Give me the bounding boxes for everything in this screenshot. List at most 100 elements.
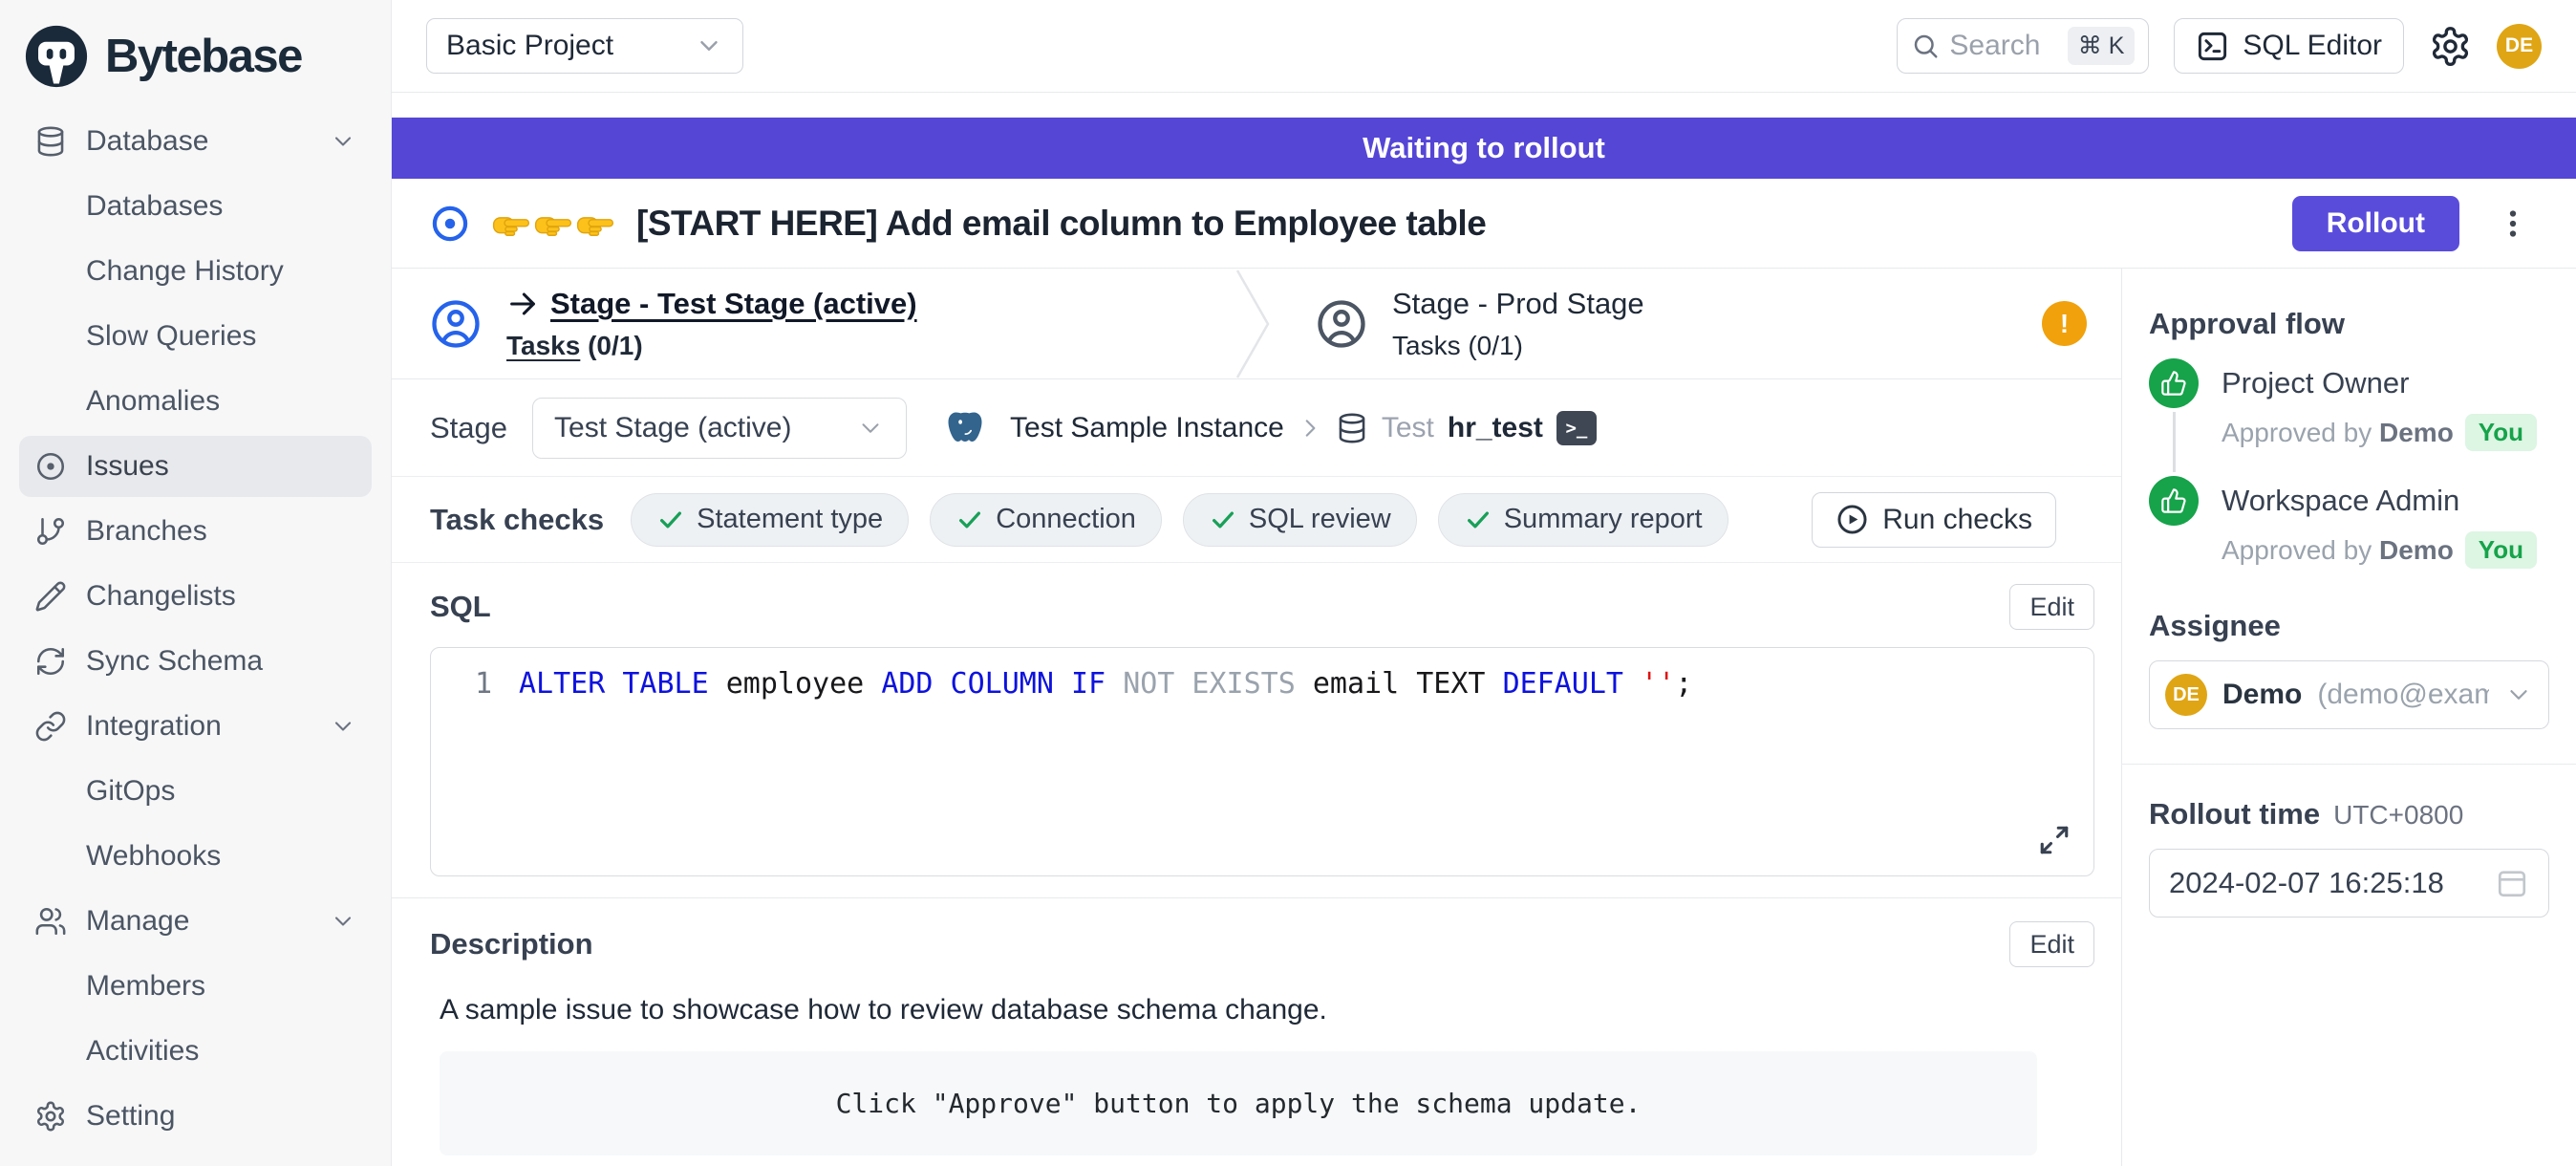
task-check-pill[interactable]: Summary report: [1438, 493, 1728, 547]
sidebar-item-manage[interactable]: Manage: [19, 891, 372, 952]
database-icon: [34, 125, 67, 158]
issue-status-icon: [430, 204, 470, 244]
run-checks-label: Run checks: [1882, 504, 2032, 536]
warning-icon: !: [2042, 301, 2087, 346]
search-box[interactable]: ⌘ K: [1897, 18, 2149, 74]
sql-editor-button[interactable]: SQL Editor: [2174, 18, 2404, 74]
settings-gear-icon[interactable]: [2429, 25, 2472, 68]
stage-tasks-link[interactable]: Tasks: [1392, 331, 1461, 360]
check-icon: [1464, 506, 1492, 534]
sidebar-item-sync-schema[interactable]: Sync Schema: [19, 631, 372, 692]
expand-editor-icon[interactable]: [2038, 824, 2071, 856]
issue-detail: Stage - Test Stage (active) Tasks (0/1): [392, 269, 2121, 1166]
chevron-down-icon: [695, 32, 723, 60]
edit-description-button[interactable]: Edit: [2009, 921, 2094, 967]
users-icon: [34, 905, 67, 938]
you-badge: You: [2465, 531, 2537, 569]
task-check-pill[interactable]: SQL review: [1183, 493, 1417, 547]
sidebar-item-label: Databases: [86, 190, 223, 223]
terminal-icon: [2196, 30, 2229, 63]
sql-section: SQL Edit 1 ALTER TABLE employee ADD COLU…: [392, 563, 2121, 876]
sidebar-item-label: Anomalies: [86, 385, 220, 418]
issue-title-row: [START HERE] Add email column to Employe…: [392, 179, 2576, 269]
approval-role: Project Owner: [2222, 366, 2537, 400]
task-check-pill[interactable]: Connection: [930, 493, 1162, 547]
sidebar-item-setting[interactable]: Setting: [19, 1086, 372, 1147]
topbar-actions: ⌘ K SQL Editor DE: [1897, 18, 2542, 74]
you-badge: You: [2465, 414, 2537, 451]
sidebar-item-gitops[interactable]: GitOps: [19, 761, 372, 822]
stage-separator: [1235, 269, 1277, 379]
project-selector[interactable]: Basic Project: [426, 18, 743, 74]
task-checks-row: Task checks Statement type Connection SQL …: [392, 477, 2121, 563]
sidebar-item-label: Slow Queries: [86, 320, 256, 353]
assignee-heading: Assignee: [2149, 609, 2549, 643]
sidebar-item-changelists[interactable]: Changelists: [19, 566, 372, 627]
approval-step: Workspace Admin Approved by Demo You: [2149, 476, 2549, 594]
banner-text: Waiting to rollout: [1363, 131, 1605, 165]
sidebar-item-integration[interactable]: Integration: [19, 696, 372, 757]
stage-card-prod[interactable]: Stage - Prod Stage Tasks (0/1) !: [1277, 269, 2121, 378]
thumbs-up-icon: [2149, 358, 2199, 408]
pointing-right-emoji-icon: [575, 204, 615, 244]
sidebar-item-branches[interactable]: Branches: [19, 501, 372, 562]
search-input[interactable]: [1949, 30, 2054, 62]
step-connector: [2173, 412, 2176, 472]
panel-divider: [2122, 764, 2576, 765]
stage-tasks-link[interactable]: Tasks: [506, 331, 580, 360]
more-actions-kebab-icon[interactable]: [2496, 206, 2530, 241]
approval-steps: Project Owner Approved by Demo You: [2149, 358, 2549, 594]
stage-name[interactable]: Stage - Test Stage (active): [550, 287, 917, 321]
rollout-status-banner: Waiting to rollout: [392, 118, 2576, 179]
sidebar-item-activities[interactable]: Activities: [19, 1021, 372, 1082]
chevron-down-icon: [330, 128, 356, 155]
task-checks-label: Task checks: [430, 503, 604, 537]
arrow-right-icon: [506, 288, 539, 320]
sidebar-item-label: Sync Schema: [86, 645, 263, 678]
sidebar-item-change-history[interactable]: Change History: [19, 241, 372, 302]
calendar-icon[interactable]: [2495, 866, 2529, 900]
sidebar-item-issues[interactable]: Issues: [19, 436, 372, 497]
search-icon: [1911, 32, 1940, 60]
chevron-down-icon: [856, 414, 885, 443]
sidebar-item-database[interactable]: Database: [19, 111, 372, 172]
database-name[interactable]: hr_test: [1448, 412, 1543, 444]
content-split: Stage - Test Stage (active) Tasks (0/1): [392, 269, 2576, 1166]
sql-editor-label: SQL Editor: [2243, 30, 2382, 62]
instance-name[interactable]: Test Sample Instance: [1010, 412, 1284, 444]
run-checks-button[interactable]: Run checks: [1812, 492, 2056, 548]
title-emoji: [491, 204, 615, 244]
assignee-name: Demo: [2222, 679, 2302, 711]
sidebar-item-slow-queries[interactable]: Slow Queries: [19, 306, 372, 367]
stage-select[interactable]: Test Stage (active): [532, 398, 907, 459]
sidebar-item-anomalies[interactable]: Anomalies: [19, 371, 372, 432]
check-icon: [955, 506, 984, 534]
user-avatar[interactable]: DE: [2497, 24, 2542, 69]
rollout-button[interactable]: Rollout: [2292, 196, 2459, 251]
sidebar-item-label: Branches: [86, 515, 207, 548]
edit-sql-button[interactable]: Edit: [2009, 584, 2094, 630]
stage-name[interactable]: Stage - Prod Stage: [1392, 287, 1644, 321]
timezone-label: UTC+0800: [2333, 800, 2463, 831]
assignee-email: (demo@example: [2317, 679, 2489, 711]
stage-card-test[interactable]: Stage - Test Stage (active) Tasks (0/1): [392, 269, 1235, 378]
sql-code: ALTER TABLE employee ADD COLUMN IF NOT E…: [519, 667, 1692, 701]
approved-by-text: Approved by Demo: [2222, 418, 2454, 448]
sidebar-item-label: Issues: [86, 450, 169, 483]
chevron-down-icon: [330, 908, 356, 935]
sidebar-item-members[interactable]: Members: [19, 956, 372, 1017]
assignee-select[interactable]: DE Demo (demo@example: [2149, 660, 2549, 729]
sidebar-item-databases[interactable]: Databases: [19, 176, 372, 237]
sidebar-item-label: Manage: [86, 905, 189, 938]
sql-editor[interactable]: 1 ALTER TABLE employee ADD COLUMN IF NOT…: [430, 647, 2094, 876]
bytebase-logo[interactable]: Bytebase: [19, 13, 372, 111]
open-sql-console-icon[interactable]: >_: [1556, 411, 1597, 445]
approver-name: Demo: [2379, 418, 2454, 447]
task-check-pill[interactable]: Statement type: [631, 493, 909, 547]
rollout-time-input[interactable]: [2169, 866, 2483, 900]
sync-icon: [34, 645, 67, 678]
check-icon: [1209, 506, 1237, 534]
task-check-label: Connection: [996, 504, 1136, 535]
stage-picker-row: Stage Test Stage (active) Test Sample In…: [392, 379, 2121, 477]
sidebar-item-webhooks[interactable]: Webhooks: [19, 826, 372, 887]
